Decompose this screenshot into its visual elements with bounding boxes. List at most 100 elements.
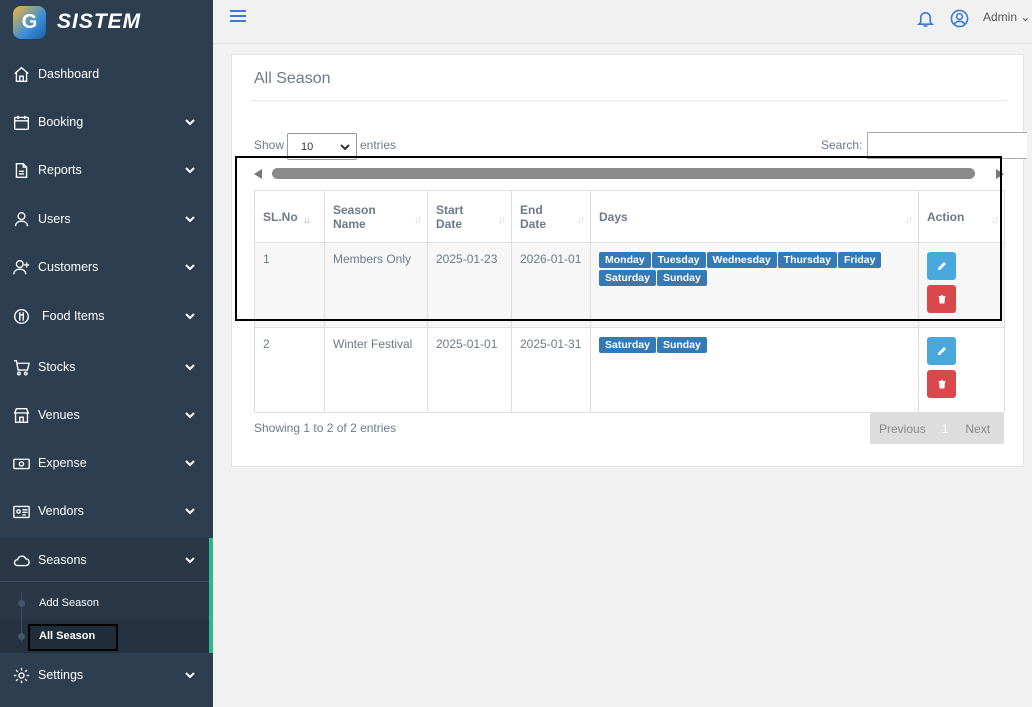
table-row: 1 Members Only 2025-01-23 2026-01-01 Mon…	[254, 242, 1005, 328]
cloud-icon	[12, 551, 30, 569]
user-icon	[12, 210, 30, 228]
sidebar-subitem-all-season[interactable]: All Season	[39, 630, 95, 642]
chevron-down-icon	[185, 554, 195, 564]
sort-icon: ↓↓	[303, 215, 311, 226]
home-icon	[12, 65, 30, 83]
sidebar: G SISTEM Dashboard Booking Reports Users…	[0, 0, 213, 707]
sidebar-item-customers[interactable]: Customers	[0, 247, 213, 287]
col-action[interactable]: Action ↓↑	[918, 190, 1005, 243]
show-label: Show	[254, 138, 285, 152]
page-title: All Season	[254, 70, 331, 87]
page-size-select[interactable]: 10	[287, 133, 357, 160]
pagination: Previous 1 Next	[870, 413, 1004, 444]
sort-icon: ↓↑	[414, 215, 422, 226]
day-badge: Monday	[599, 252, 651, 268]
day-badge: Saturday	[599, 337, 656, 353]
cart-icon	[12, 358, 30, 376]
cell-start-date: 2025-01-23	[427, 242, 512, 328]
col-sl-no[interactable]: SL.No ↓↓	[254, 190, 325, 243]
sidebar-subitem-add-season[interactable]: Add Season	[39, 597, 99, 609]
scroll-right-arrow-icon[interactable]	[996, 169, 1004, 179]
trash-icon	[938, 295, 945, 304]
day-badge: Tuesday	[651, 252, 706, 268]
chevron-down-icon: ⌄	[1020, 10, 1031, 24]
cell-end-date: 2025-01-31	[511, 327, 591, 413]
seasons-card: All Season Show 10 entries Search: SL.No…	[231, 54, 1027, 467]
day-badge: Saturday	[599, 270, 656, 286]
sidebar-item-seasons[interactable]: Seasons	[0, 540, 213, 580]
col-end-date[interactable]: End Date ↓↑	[511, 190, 591, 243]
sidebar-item-booking[interactable]: Booking	[0, 102, 213, 142]
calendar-icon	[12, 113, 30, 131]
cell-days: Monday Tuesday Wednesday Thursday Friday Satu…	[590, 242, 919, 328]
col-season-name[interactable]: Season Name ↓↑	[324, 190, 428, 243]
bell-icon[interactable]	[916, 9, 935, 31]
next-button[interactable]: Next	[965, 422, 990, 436]
logo[interactable]: G SISTEM	[0, 0, 213, 44]
sidebar-item-users[interactable]: Users	[0, 199, 213, 239]
cell-start-date: 2025-01-01	[427, 327, 512, 413]
chevron-down-icon	[185, 505, 195, 515]
menu-toggle-icon[interactable]	[230, 10, 246, 25]
sidebar-item-venues[interactable]: Venues	[0, 395, 213, 435]
page-1-button[interactable]: 1	[942, 422, 949, 436]
cell-action	[918, 242, 1005, 328]
table-info: Showing 1 to 2 of 2 entries	[254, 421, 397, 435]
id-card-icon	[12, 502, 30, 520]
logo-badge-icon: G	[13, 5, 46, 39]
sidebar-item-dashboard[interactable]: Dashboard	[0, 54, 213, 94]
cell-season-name: Members Only	[324, 242, 428, 328]
edit-button[interactable]	[927, 252, 956, 280]
topbar: Admin ⌄	[213, 0, 1032, 44]
previous-button[interactable]: Previous	[879, 422, 926, 436]
chevron-down-icon	[185, 164, 195, 174]
user-circle-icon[interactable]	[950, 9, 969, 31]
chevron-down-icon	[340, 144, 350, 151]
search-label: Search:	[821, 138, 863, 152]
cell-days: Saturday Sunday	[590, 327, 919, 413]
sidebar-item-reports[interactable]: Reports	[0, 150, 213, 190]
gear-icon	[12, 666, 30, 684]
horizontal-scrollbar[interactable]	[254, 167, 1004, 181]
sidebar-item-expense[interactable]: Expense	[0, 443, 213, 483]
cell-end-date: 2026-01-01	[511, 242, 591, 328]
user-menu[interactable]: Admin ⌄	[983, 10, 1030, 24]
pencil-icon	[937, 347, 946, 355]
edit-button[interactable]	[927, 337, 956, 365]
cell-season-name: Winter Festival	[324, 327, 428, 413]
scroll-left-arrow-icon[interactable]	[254, 169, 262, 179]
seasons-table: SL.No ↓↓ Season Name ↓↑ Start Date ↓↑ End Date…	[254, 190, 1005, 413]
day-badge: Sunday	[656, 337, 707, 353]
sort-icon: ↓↑	[498, 215, 506, 226]
day-badge: Sunday	[656, 270, 707, 286]
delete-button[interactable]	[927, 285, 956, 313]
store-icon	[12, 406, 30, 424]
day-badge: Thursday	[777, 252, 837, 268]
chevron-down-icon	[185, 310, 195, 320]
sidebar-item-vendors[interactable]: Vendors	[0, 491, 213, 531]
search-input[interactable]	[867, 132, 1027, 159]
chevron-down-icon	[185, 457, 195, 467]
sort-icon: ↓↑	[991, 215, 999, 226]
chevron-down-icon	[185, 669, 195, 679]
cell-sl-no: 1	[254, 242, 325, 328]
chevron-down-icon	[185, 361, 195, 371]
cell-action	[918, 327, 1005, 413]
col-days[interactable]: Days ↓↑	[590, 190, 919, 243]
pencil-icon	[937, 262, 946, 270]
sidebar-item-food-items[interactable]: Food Items	[0, 296, 213, 336]
money-icon	[12, 454, 30, 472]
table-row: 2 Winter Festival 2025-01-01 2025-01-31 …	[254, 327, 1005, 413]
trash-icon	[938, 380, 945, 389]
col-start-date[interactable]: Start Date ↓↑	[427, 190, 512, 243]
brand-name: SISTEM	[57, 10, 142, 33]
delete-button[interactable]	[927, 370, 956, 398]
sidebar-item-stocks[interactable]: Stocks	[0, 347, 213, 387]
chevron-down-icon	[185, 213, 195, 223]
entries-label: entries	[360, 138, 397, 152]
sidebar-item-settings[interactable]: Settings	[0, 655, 213, 695]
scroll-thumb[interactable]	[272, 168, 975, 179]
sort-icon: ↓↑	[577, 215, 585, 226]
user-plus-icon	[12, 258, 30, 276]
cell-sl-no: 2	[254, 327, 325, 413]
